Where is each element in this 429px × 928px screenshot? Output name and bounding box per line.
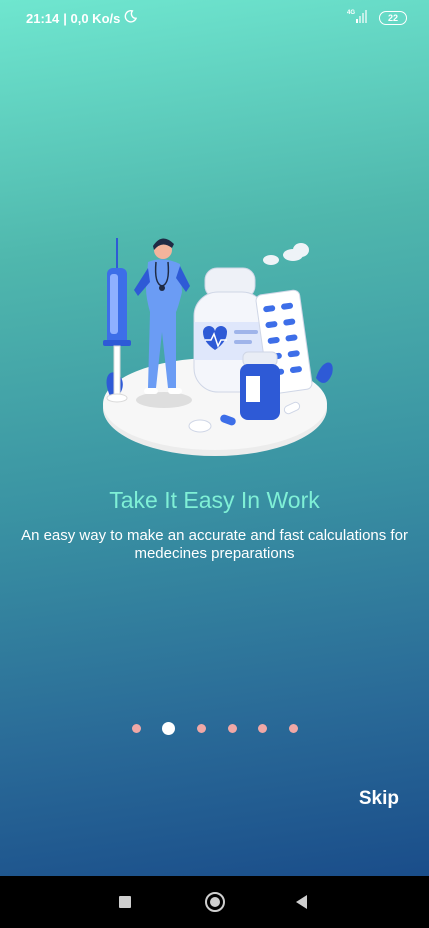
- status-right: 4G 22: [347, 8, 407, 27]
- pill-jar-icon: [240, 351, 280, 420]
- home-circle-icon[interactable]: [203, 890, 227, 914]
- navigation-bar: [0, 876, 429, 928]
- page-dot[interactable]: [132, 724, 141, 733]
- page-indicator: [128, 720, 308, 736]
- signal-icon: 4G: [347, 8, 371, 27]
- status-time: 21:14: [26, 10, 60, 26]
- cloud-icon: [263, 243, 309, 265]
- page-dot-active[interactable]: [162, 722, 175, 735]
- recents-square-icon[interactable]: [113, 890, 137, 914]
- back-triangle-icon[interactable]: [290, 890, 314, 914]
- page-dot[interactable]: [197, 724, 206, 733]
- onboarding-subtitle: An easy way to make an accurate and fast…: [21, 527, 408, 562]
- network-type: 4G: [347, 10, 355, 16]
- onboarding-screen: 21:14 | 0,0 Ko/s 4G 22 Take It Easy In W…: [0, 0, 429, 876]
- moon-icon: [124, 10, 138, 26]
- onboarding-title: Take It Easy In Work: [109, 487, 320, 513]
- medical-illustration: [103, 238, 333, 456]
- page-dot[interactable]: [289, 724, 298, 733]
- battery-indicator: 22: [379, 10, 407, 25]
- page-dot[interactable]: [258, 724, 267, 733]
- status-left: 21:14 | 0,0 Ko/s: [26, 10, 138, 26]
- status-bar: 21:14 | 0,0 Ko/s 4G 22: [0, 0, 429, 32]
- status-speed: | 0,0 Ko/s: [63, 10, 121, 26]
- page-dot[interactable]: [228, 724, 237, 733]
- skip-button[interactable]: Skip: [359, 788, 399, 810]
